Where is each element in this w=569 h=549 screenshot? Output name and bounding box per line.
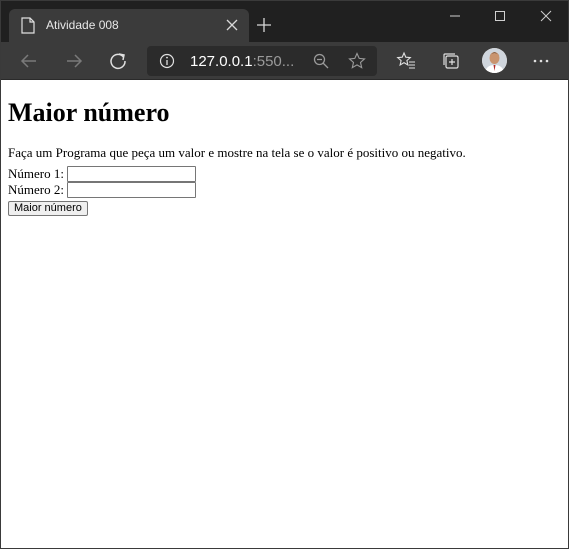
zoom-icon[interactable] [312,52,330,70]
maximize-icon[interactable] [491,7,509,25]
refresh-icon[interactable] [108,51,128,71]
url-host: 127.0.0.1 [190,53,253,70]
collections-icon[interactable] [441,51,461,71]
url-rest: :550... [252,53,295,70]
url-text[interactable]: 127.0.0.1:550... [190,53,294,70]
address-bar[interactable]: 127.0.0.1:550... [147,46,377,76]
page-content: Maior número Faça um Programa que peça u… [1,81,568,548]
field2-label: Número 2: [8,182,64,197]
close-icon[interactable] [225,18,239,32]
maior-numero-button[interactable]: Maior número [8,201,88,216]
avatar-image [482,48,507,73]
field2-row: Número 2: [8,182,561,198]
field1-row: Número 1: [8,166,561,182]
field1-label: Número 1: [8,166,64,181]
browser-toolbar: 127.0.0.1:550... [1,42,568,80]
tab-title: Atividade 008 [46,18,119,32]
favorites-icon[interactable] [396,51,416,71]
back-arrow-icon[interactable] [19,51,39,71]
number2-input[interactable] [66,182,196,198]
info-icon[interactable] [159,53,175,69]
number-form: Número 1: Número 2: Maior número [8,166,561,216]
avatar[interactable] [482,48,507,73]
page-description: Faça um Programa que peça um valor e mos… [8,145,466,160]
forward-arrow-icon[interactable] [64,51,84,71]
title-bar: Atividade 008 [1,1,568,42]
number1-input[interactable] [66,166,196,182]
more-icon[interactable] [531,51,551,71]
minimize-icon[interactable] [446,7,464,25]
plus-icon[interactable] [256,17,272,33]
star-icon[interactable] [348,52,366,70]
page-icon [21,17,35,34]
window-close-icon[interactable] [537,7,555,25]
browser-tab[interactable]: Atividade 008 [9,9,249,42]
page-title: Maior número [8,98,170,127]
browser-window: Atividade 008 127.0.0.1:550... Maior núm… [0,0,569,549]
